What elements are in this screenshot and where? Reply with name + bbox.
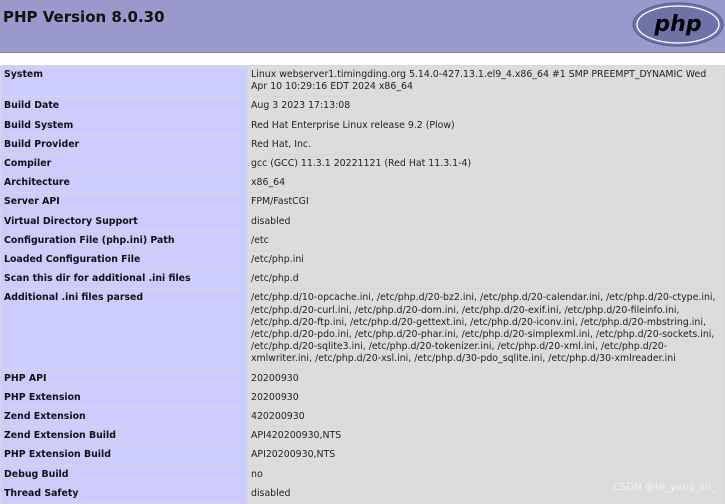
row-value: 20200930 — [247, 387, 725, 409]
table-row: PHP API 20200930 — [0, 368, 725, 389]
row-key: Architecture — [0, 173, 248, 194]
row-key: Loaded Configuration File — [0, 250, 248, 271]
row-key: Additional .ini files parsed — [0, 288, 248, 370]
row-value: gcc (GCC) 11.3.1 20221121 (Red Hat 11.3.… — [247, 154, 725, 175]
row-key: PHP Extension — [0, 387, 248, 409]
table-row: Compiler gcc (GCC) 11.3.1 20221121 (Red H… — [0, 154, 725, 175]
row-value: Aug 3 2023 17:13:08 — [247, 96, 725, 117]
row-value: Linux webserver1.timingding.org 5.14.0-4… — [247, 64, 725, 98]
row-key: Zend Extension — [0, 407, 248, 428]
row-value: Red Hat Enterprise Linux release 9.2 (Pl… — [247, 115, 725, 136]
row-value: /etc/php.d/10-opcache.ini, /etc/php.d/20… — [247, 288, 725, 370]
row-value: /etc/php.d — [247, 269, 725, 290]
row-value: API20200930,NTS — [247, 445, 725, 466]
row-key: Scan this dir for additional .ini files — [0, 269, 248, 290]
row-key: Build Date — [0, 96, 248, 117]
php-logo: php — [632, 2, 724, 47]
row-key: Build System — [0, 115, 248, 136]
table-row: System Linux webserver1.timingding.org 5.… — [0, 64, 725, 98]
watermark: CSDN @Hi_yang_sir_ — [613, 482, 717, 493]
row-key: System — [0, 64, 248, 98]
page-title: PHP Version 8.0.30 — [3, 8, 165, 26]
table-row: Scan this dir for additional .ini files /… — [0, 269, 725, 290]
table-row: Architecture x86_64 — [0, 173, 725, 194]
table-row: Build Provider Red Hat, Inc. — [0, 134, 725, 156]
row-value: 420200930 — [247, 407, 725, 428]
row-key: Virtual Directory Support — [0, 211, 248, 232]
row-key: Server API — [0, 192, 248, 213]
row-key: PHP API — [0, 368, 248, 389]
row-value: API420200930,NTS — [247, 426, 725, 447]
row-value: disabled — [247, 211, 725, 232]
row-key: Configuration File (php.ini) Path — [0, 230, 248, 252]
row-key: Compiler — [0, 154, 248, 175]
php-logo-text: php — [653, 12, 701, 37]
page-header: PHP Version 8.0.30 php — [0, 0, 725, 53]
table-row: Configuration File (php.ini) Path/etc — [0, 230, 725, 252]
row-key: PHP Extension Build — [0, 445, 248, 466]
table-row: Build Date Aug 3 2023 17:13:08 — [0, 96, 725, 117]
table-row: Loaded Configuration File/etc/php.ini — [0, 250, 725, 271]
table-row: Server API FPM/FastCGI — [0, 192, 725, 213]
table-row: Build System Red Hat Enterprise Linux rel… — [0, 115, 725, 136]
row-value: 20200930 — [247, 368, 725, 389]
table-row: PHP Extension Build API20200930,NTS — [0, 445, 725, 466]
table-row: Virtual Directory Support disabled — [0, 211, 725, 232]
row-key: Build Provider — [0, 134, 248, 156]
row-value: /etc/php.ini — [247, 250, 725, 271]
row-value: x86_64 — [247, 173, 725, 194]
table-row: Additional .ini files parsed/etc/php.d/1… — [0, 288, 725, 370]
info-table: System Linux webserver1.timingding.org 5.… — [0, 64, 725, 504]
table-row: Zend Extension Build API420200930,NTS — [0, 426, 725, 447]
row-key: Debug Build — [0, 464, 248, 485]
table-row: PHP Extension 20200930 — [0, 387, 725, 409]
row-value: FPM/FastCGI — [247, 192, 725, 213]
table-row: Zend Extension 420200930 — [0, 407, 725, 428]
row-value: Red Hat, Inc. — [247, 134, 725, 156]
row-key: Zend Extension Build — [0, 426, 248, 447]
row-value: /etc — [247, 230, 725, 252]
